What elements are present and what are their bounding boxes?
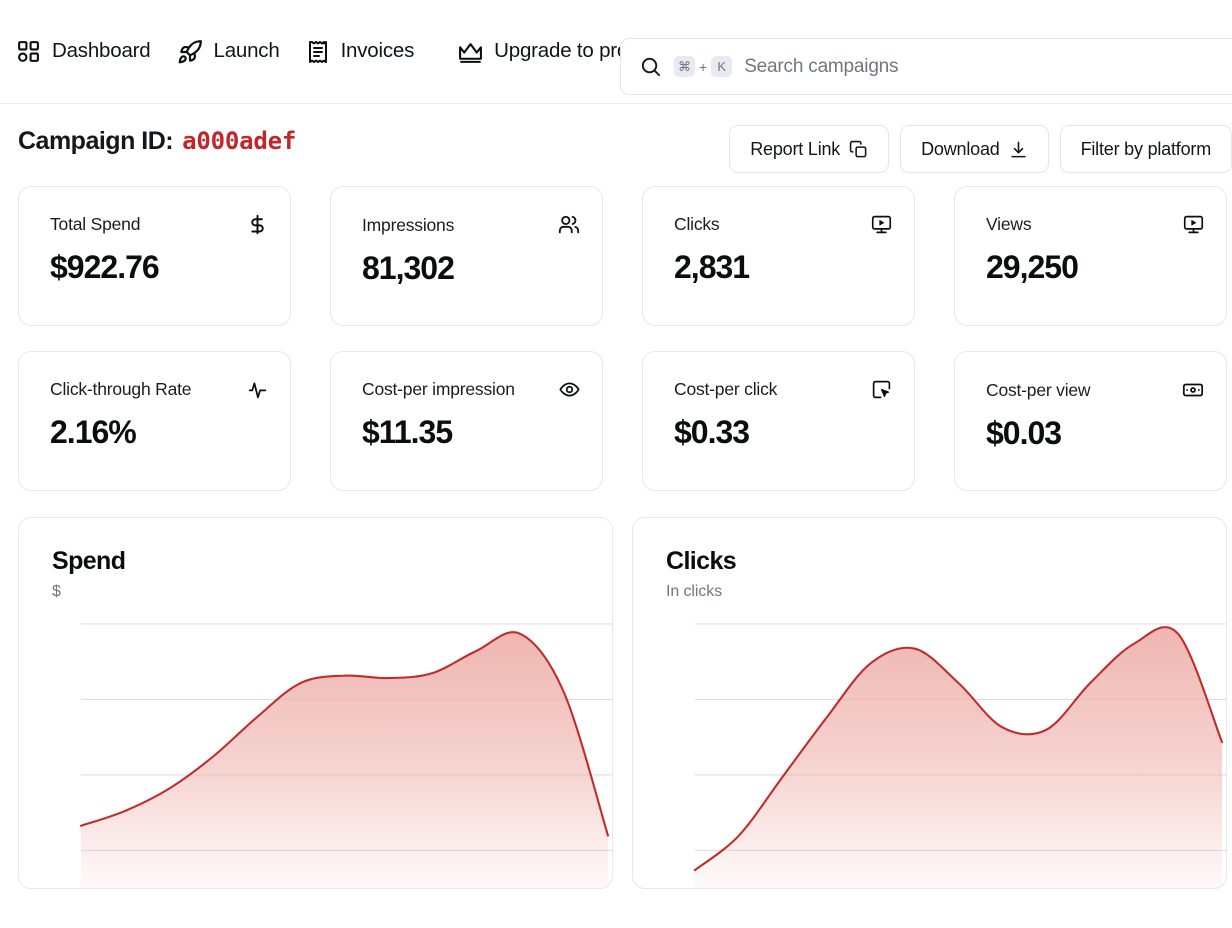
stat-card-label: Impressions [362, 215, 454, 236]
nav-dashboard[interactable]: Dashboard [8, 35, 169, 68]
nav-item-list: Dashboard Launch [8, 35, 604, 69]
stat-card-label: Total Spend [50, 214, 140, 235]
chart-subtitle: $ [52, 583, 612, 601]
download-icon [1009, 140, 1028, 159]
stat-card-label: Clicks [674, 214, 719, 235]
dollar-icon [247, 214, 268, 235]
clicks-area-chart [666, 614, 1226, 888]
shortcut-key-k: K [711, 56, 732, 77]
chart-subtitle: In clicks [666, 583, 1226, 601]
chart-grid: Spend $ Clicks In clicks [0, 491, 1232, 889]
stat-card-header: Cost-per impression [362, 379, 580, 400]
cursor-click-icon [871, 379, 892, 400]
nav-invoices-label: Invoices [341, 40, 415, 63]
stat-card-value: 2,831 [674, 249, 892, 286]
search-container: ⌘ + K Search campaigns [620, 38, 1232, 95]
chart-card-spend: Spend $ [18, 517, 613, 889]
stat-card-cost-per-impression[interactable]: Cost-per impression $11.35 [330, 351, 603, 491]
chart-card-clicks: Clicks In clicks [632, 517, 1227, 889]
page-title: Campaign ID: a000adef [18, 127, 296, 156]
eye-icon [559, 379, 580, 400]
stat-card-value: 2.16% [50, 414, 268, 451]
campaign-id-value: a000adef [182, 127, 296, 155]
stat-card-label: Click-through Rate [50, 379, 191, 400]
stat-card-header: Cost-per view [986, 379, 1204, 401]
monitor-play-icon [871, 214, 892, 235]
stat-card-label: Views [986, 214, 1031, 235]
chart-title: Spend [52, 547, 612, 576]
layout-grid-icon [16, 39, 41, 64]
filter-by-platform-label: Filter by platform [1081, 139, 1211, 160]
filter-by-platform-button[interactable]: Filter by platform [1060, 125, 1232, 173]
search-input[interactable]: ⌘ + K Search campaigns [620, 38, 1232, 95]
page-title-prefix: Campaign ID: [18, 127, 173, 156]
stat-card-value: $0.33 [674, 414, 892, 451]
nav-upgrade-to-pro[interactable]: Upgrade to pro [432, 35, 604, 69]
copy-icon [849, 140, 868, 159]
stat-card-header: Impressions [362, 214, 580, 236]
search-icon [639, 55, 662, 78]
monitor-play-icon [1183, 214, 1204, 235]
stat-card-header: Cost-per click [674, 379, 892, 400]
stat-card-header: Views [986, 214, 1204, 235]
nav-invoices[interactable]: Invoices [298, 36, 433, 68]
shortcut-separator: + [698, 59, 708, 75]
stat-card-label: Cost-per view [986, 380, 1090, 401]
report-link-button[interactable]: Report Link [729, 125, 889, 173]
users-icon [558, 214, 580, 236]
download-button[interactable]: Download [900, 125, 1048, 173]
stat-card-header: Click-through Rate [50, 379, 268, 400]
report-link-label: Report Link [750, 139, 840, 160]
banknote-icon [1182, 379, 1204, 401]
header-actions: Report Link Download Filter by platform [729, 125, 1232, 173]
stat-card-views[interactable]: Views 29,250 [954, 186, 1227, 326]
chart-title: Clicks [666, 547, 1226, 576]
nav-launch[interactable]: Launch [169, 35, 298, 69]
stat-card-value: $0.03 [986, 415, 1204, 452]
activity-icon [247, 379, 268, 400]
stat-card-header: Clicks [674, 214, 892, 235]
download-label: Download [921, 139, 999, 160]
stat-card-cost-per-view[interactable]: Cost-per view $0.03 [954, 351, 1227, 491]
top-navigation-bar: Dashboard Launch [0, 0, 1232, 104]
stat-card-label: Cost-per impression [362, 379, 515, 400]
crown-icon [458, 40, 483, 65]
shortcut-key-cmd: ⌘ [674, 56, 695, 77]
stat-card-value: 29,250 [986, 249, 1204, 286]
stat-card-click-through-rate[interactable]: Click-through Rate 2.16% [18, 351, 291, 491]
stat-card-value: $922.76 [50, 249, 268, 286]
receipt-icon [306, 40, 330, 64]
stat-card-header: Total Spend [50, 214, 268, 235]
stat-card-cost-per-click[interactable]: Cost-per click $0.33 [642, 351, 915, 491]
nav-dashboard-label: Dashboard [52, 40, 151, 63]
stat-card-value: 81,302 [362, 250, 580, 287]
nav-launch-label: Launch [214, 40, 280, 63]
search-shortcut-hint: ⌘ + K [674, 56, 732, 77]
stat-card-value: $11.35 [362, 414, 580, 451]
page-header-row: Campaign ID: a000adef Report Link Downlo… [0, 104, 1232, 178]
stat-card-clicks[interactable]: Clicks 2,831 [642, 186, 915, 326]
stat-card-impressions[interactable]: Impressions 81,302 [330, 186, 603, 326]
stat-card-label: Cost-per click [674, 379, 777, 400]
search-placeholder-text: Search campaigns [744, 56, 898, 78]
stat-card-total-spend[interactable]: Total Spend $922.76 [18, 186, 291, 326]
nav-upgrade-to-pro-label: Upgrade to pro [494, 40, 590, 63]
spend-area-chart [52, 614, 612, 888]
stat-card-grid: Total Spend $922.76 Impressions [0, 178, 1232, 491]
rocket-icon [177, 39, 203, 65]
